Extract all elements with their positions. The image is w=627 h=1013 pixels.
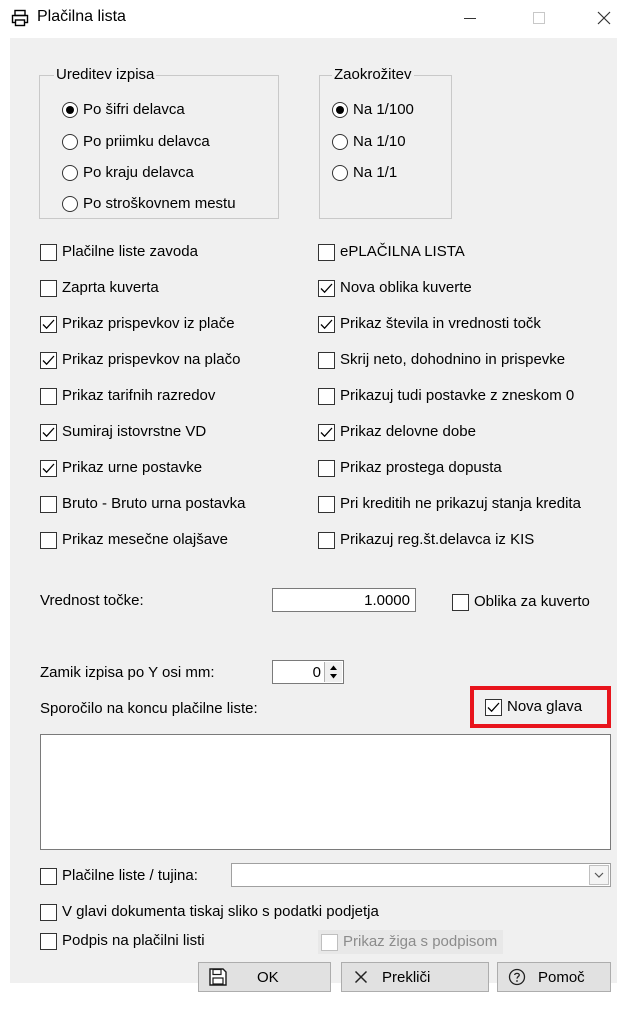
checkbox-indicator [40,423,57,441]
sort-by-surname-radio[interactable]: Po priimku delavca [62,131,210,153]
checkbox-indicator [40,351,57,369]
checkbox-indicator [40,932,57,950]
foreign-dropdown[interactable] [231,863,611,887]
checkbox-indicator [318,531,335,549]
sumiraj-istovrstne-vd-checkbox[interactable]: Sumiraj istovrstne VD [40,421,206,443]
prikaz-delovne-dobe-checkbox[interactable]: Prikaz delovne dobe [318,421,476,443]
y-offset-label: Zamik izpisa po Y osi mm: [40,664,215,681]
radio-indicator [62,102,78,118]
maximize-button[interactable] [516,0,562,36]
stamp-checkbox[interactable]: Prikaz žiga s podpisom [318,930,504,954]
spin-down-icon [330,674,337,679]
checkbox-indicator [40,903,57,921]
spin-up-icon [330,665,337,670]
nova-oblika-kuverte-checkbox[interactable]: Nova oblika kuverte [318,277,472,299]
sort-by-cost-center-radio[interactable]: Po stroškovnem mestu [62,193,236,215]
maximize-icon [533,12,545,24]
spinner-buttons[interactable] [324,662,342,682]
window-title: Plačilna lista [37,8,126,25]
message-textarea[interactable] [40,734,611,850]
radio-indicator [332,165,348,181]
radio-indicator [62,196,78,212]
checkbox-indicator [318,351,335,369]
zaprta-kuverta-checkbox[interactable]: Zaprta kuverta [40,277,159,299]
checkbox-indicator [40,867,57,885]
sort-legend: Ureditev izpisa [54,66,157,83]
dropdown-arrow-button[interactable] [589,865,609,885]
sort-groupbox: Ureditev izpisa Po šifri delavca Po prii… [39,67,279,219]
prikaz-stevila-in-vrednosti-tock-checkbox[interactable]: Prikaz števila in vrednosti točk [318,313,541,335]
checkbox-indicator [40,315,57,333]
close-button[interactable] [581,0,627,36]
round-1-1-radio[interactable]: Na 1/1 [332,162,397,184]
cancel-button[interactable]: Prekliči [341,962,489,992]
close-icon [597,11,611,25]
dialog-client-area: Ureditev izpisa Po šifri delavca Po prii… [10,38,617,992]
foreign-payslips-checkbox[interactable]: Plačilne liste / tujina: [40,865,198,887]
prikaz-tarifnih-razredov-checkbox[interactable]: Prikaz tarifnih razredov [40,385,215,407]
radio-indicator [332,102,348,118]
radio-indicator [62,165,78,181]
title-bar: Plačilna lista [0,0,627,36]
chevron-down-icon [594,872,604,878]
minimize-button[interactable] [447,0,493,36]
pri-kreditih-ne-prikazuj-stanja-kredita-checkbox[interactable]: Pri kreditih ne prikazuj stanja kredita [318,493,581,515]
checkbox-indicator [318,387,335,405]
checkbox-indicator [485,698,502,716]
checkbox-indicator [40,495,57,513]
rounding-groupbox: Zaokrožitev Na 1/100 Na 1/10 Na 1/1 [319,67,452,219]
radio-indicator [332,134,348,150]
message-label: Sporočilo na koncu plačilne liste: [40,700,258,717]
skrij-neto-dohodnino-in-prispevke-checkbox[interactable]: Skrij neto, dohodnino in prispevke [318,349,565,371]
checkbox-indicator [452,593,469,611]
prikazuj-tudi-postavke-z-zneskom-0-checkbox[interactable]: Prikazuj tudi postavke z zneskom 0 [318,385,574,407]
sort-by-city-radio[interactable]: Po kraju delavca [62,162,194,184]
minimize-icon [464,18,476,19]
round-1-10-radio[interactable]: Na 1/10 [332,131,406,153]
ok-button[interactable]: OK [198,962,331,992]
point-value-input[interactable]: 1.0000 [272,588,416,612]
radio-indicator [62,134,78,150]
prikaz-prispevkov-iz-place-checkbox[interactable]: Prikaz prispevkov iz plače [40,313,235,335]
prikazuj-reg-st-delavca-iz-kis-checkbox[interactable]: Prikazuj reg.št.delavca iz KIS [318,529,534,551]
checkbox-indicator [40,279,57,297]
printer-icon [11,9,29,27]
checkbox-indicator [321,933,338,951]
sort-by-id-radio[interactable]: Po šifri delavca [62,99,185,121]
round-1-100-radio[interactable]: Na 1/100 [332,99,414,121]
new-header-checkbox[interactable]: Nova glava [470,686,611,728]
eplacilna-lista-checkbox[interactable]: ePLAČILNA LISTA [318,241,465,263]
checkbox-indicator [40,531,57,549]
close-icon [350,966,372,988]
checkbox-indicator [40,243,57,261]
checkbox-indicator [318,243,335,261]
prikaz-mesecne-olajsave-checkbox[interactable]: Prikaz mesečne olajšave [40,529,228,551]
placilne-liste-zavoda-checkbox[interactable]: Plačilne liste zavoda [40,241,198,263]
prikaz-urne-postavke-checkbox[interactable]: Prikaz urne postavke [40,457,202,479]
company-image-checkbox[interactable]: V glavi dokumenta tiskaj sliko s podatki… [40,901,379,923]
save-icon [207,966,229,988]
rounding-legend: Zaokrožitev [332,66,414,83]
signature-checkbox[interactable]: Podpis na plačilni listi [40,930,205,952]
checkbox-indicator [318,423,335,441]
checkbox-indicator [318,315,335,333]
prikaz-prispevkov-na-placo-checkbox[interactable]: Prikaz prispevkov na plačo [40,349,240,371]
help-button[interactable]: Pomoč [497,962,611,992]
point-value-label: Vrednost točke: [40,592,144,609]
bruto-bruto-urna-postavka-checkbox[interactable]: Bruto - Bruto urna postavka [40,493,245,515]
checkbox-indicator [40,459,57,477]
checkbox-indicator [40,387,57,405]
checkbox-indicator [318,459,335,477]
envelope-form-checkbox[interactable]: Oblika za kuverto [452,591,590,613]
checkbox-indicator [318,279,335,297]
help-icon [506,966,528,988]
prikaz-prostega-dopusta-checkbox[interactable]: Prikaz prostega dopusta [318,457,502,479]
checkbox-indicator [318,495,335,513]
y-offset-spinner[interactable]: 0 [272,660,344,684]
